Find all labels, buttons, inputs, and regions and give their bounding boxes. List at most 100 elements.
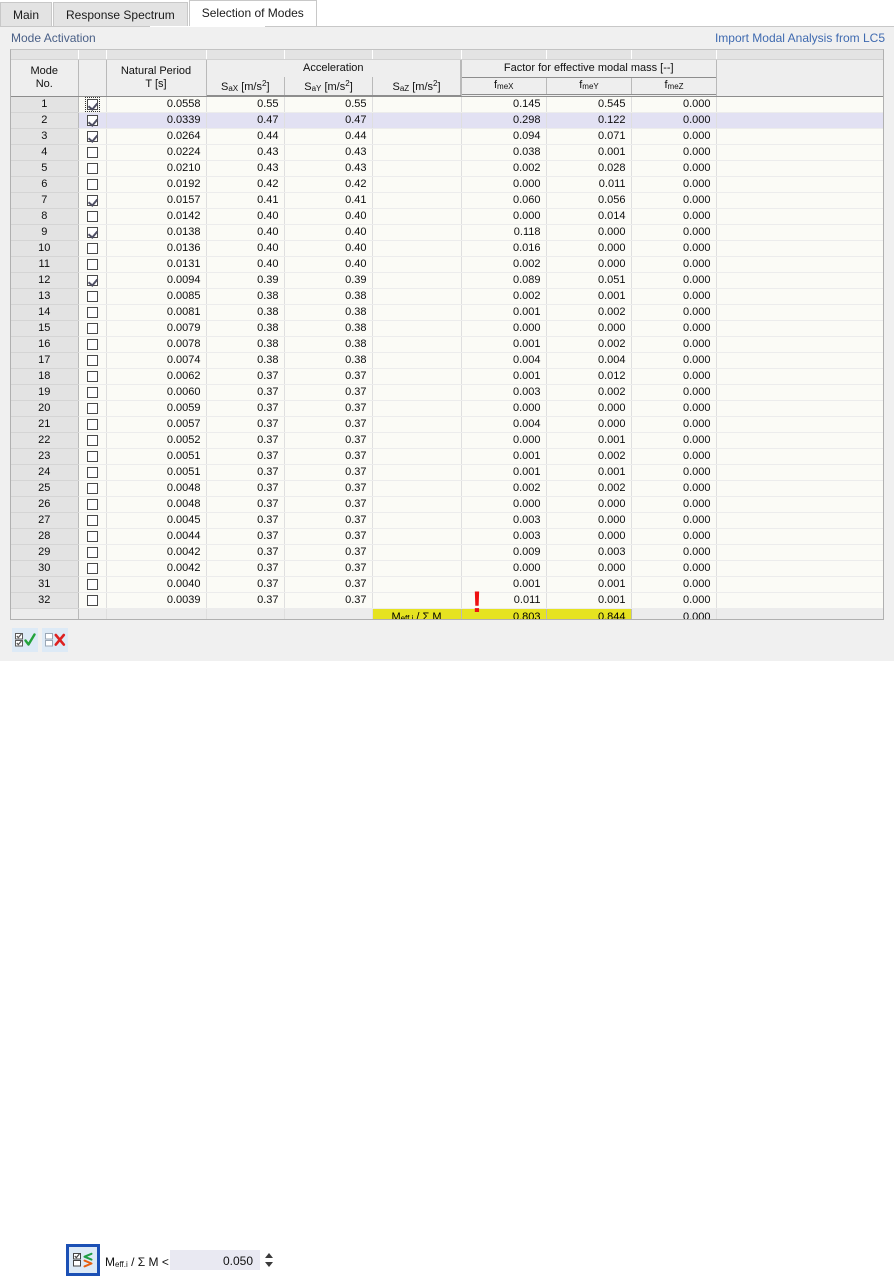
row-fmey[interactable]: 0.028 [546, 160, 632, 177]
row-say[interactable]: 0.40 [284, 240, 373, 257]
table-row[interactable]: 29 0.0042 0.37 0.37 0.009 0.003 0.000 [11, 544, 883, 561]
checkbox-icon[interactable] [86, 482, 98, 494]
checkbox-icon[interactable] [86, 450, 98, 462]
row-activation-checkbox-cell[interactable] [78, 448, 107, 465]
row-saz[interactable] [372, 416, 462, 433]
row-say[interactable]: 0.44 [284, 128, 373, 145]
row-fmex[interactable]: 0.002 [461, 160, 547, 177]
row-fmex[interactable]: 0.001 [461, 304, 547, 321]
row-fmey[interactable]: 0.002 [546, 384, 632, 401]
table-row[interactable]: 1 0.0558 0.55 0.55 0.145 0.545 0.000 [11, 96, 883, 113]
row-fmex[interactable]: 0.003 [461, 512, 547, 529]
row-fmez[interactable]: 0.000 [631, 256, 717, 273]
table-row[interactable]: 27 0.0045 0.37 0.37 0.003 0.000 0.000 [11, 512, 883, 529]
row-say[interactable]: 0.37 [284, 464, 373, 481]
column-header-saz[interactable]: SaZ [m/s2] [372, 76, 462, 96]
row-fmex[interactable]: 0.009 [461, 544, 547, 561]
row-fmey[interactable]: 0.000 [546, 416, 632, 433]
row-fmey[interactable]: 0.000 [546, 400, 632, 417]
row-fmey[interactable]: 0.000 [546, 528, 632, 545]
row-sax[interactable]: 0.38 [206, 304, 285, 321]
row-fmex[interactable]: 0.001 [461, 464, 547, 481]
checkbox-icon[interactable] [86, 194, 98, 206]
row-say[interactable]: 0.37 [284, 544, 373, 561]
row-sax[interactable]: 0.38 [206, 320, 285, 337]
row-say[interactable]: 0.37 [284, 384, 373, 401]
row-saz[interactable] [372, 144, 462, 161]
row-fmez[interactable]: 0.000 [631, 400, 717, 417]
row-natural-period[interactable]: 0.0052 [106, 432, 207, 449]
row-say[interactable]: 0.37 [284, 416, 373, 433]
row-fmey[interactable]: 0.004 [546, 352, 632, 369]
row-say[interactable]: 0.40 [284, 224, 373, 241]
row-fmez[interactable]: 0.000 [631, 560, 717, 577]
row-natural-period[interactable]: 0.0051 [106, 464, 207, 481]
row-fmey[interactable]: 0.000 [546, 512, 632, 529]
checkbox-icon[interactable] [86, 290, 98, 302]
row-say[interactable]: 0.40 [284, 208, 373, 225]
row-fmex[interactable]: 0.001 [461, 336, 547, 353]
table-row[interactable]: 26 0.0048 0.37 0.37 0.000 0.000 0.000 [11, 496, 883, 513]
table-row[interactable]: 15 0.0079 0.38 0.38 0.000 0.000 0.000 [11, 320, 883, 337]
import-modal-analysis-link[interactable]: Import Modal Analysis from LC5 [715, 31, 885, 45]
row-saz[interactable] [372, 448, 462, 465]
table-row[interactable]: 4 0.0224 0.43 0.43 0.038 0.001 0.000 [11, 144, 883, 161]
column-header-fmey[interactable]: fmeY [546, 77, 632, 95]
row-activation-checkbox-cell[interactable] [78, 400, 107, 417]
tab-main[interactable]: Main [0, 2, 53, 26]
select-all-modes-button[interactable] [12, 628, 38, 652]
row-activation-checkbox-cell[interactable] [78, 384, 107, 401]
row-say[interactable]: 0.37 [284, 576, 373, 593]
row-fmex[interactable]: 0.003 [461, 528, 547, 545]
row-activation-checkbox-cell[interactable] [78, 592, 107, 609]
row-activation-checkbox-cell[interactable] [78, 576, 107, 593]
row-fmey[interactable]: 0.000 [546, 224, 632, 241]
row-fmex[interactable]: 0.001 [461, 368, 547, 385]
row-sax[interactable]: 0.37 [206, 576, 285, 593]
row-say[interactable]: 0.37 [284, 528, 373, 545]
row-natural-period[interactable]: 0.0339 [106, 112, 207, 129]
checkbox-icon[interactable] [86, 386, 98, 398]
row-fmex[interactable]: 0.000 [461, 496, 547, 513]
checkbox-icon[interactable] [86, 226, 98, 238]
row-fmez[interactable]: 0.000 [631, 544, 717, 561]
row-natural-period[interactable]: 0.0078 [106, 336, 207, 353]
row-activation-checkbox-cell[interactable] [78, 464, 107, 481]
row-natural-period[interactable]: 0.0558 [106, 96, 207, 113]
row-fmey[interactable]: 0.002 [546, 480, 632, 497]
row-saz[interactable] [372, 336, 462, 353]
checkbox-icon[interactable] [86, 546, 98, 558]
table-row[interactable]: 9 0.0138 0.40 0.40 0.118 0.000 0.000 [11, 224, 883, 241]
row-fmez[interactable]: 0.000 [631, 320, 717, 337]
row-fmex[interactable]: 0.002 [461, 288, 547, 305]
row-fmex[interactable]: 0.118 [461, 224, 547, 241]
row-natural-period[interactable]: 0.0264 [106, 128, 207, 145]
row-natural-period[interactable]: 0.0039 [106, 592, 207, 609]
row-natural-period[interactable]: 0.0042 [106, 544, 207, 561]
row-fmex[interactable]: 0.145 [461, 96, 547, 113]
row-fmey[interactable]: 0.051 [546, 272, 632, 289]
row-fmex[interactable]: 0.060 [461, 192, 547, 209]
row-natural-period[interactable]: 0.0138 [106, 224, 207, 241]
row-natural-period[interactable]: 0.0042 [106, 560, 207, 577]
row-fmey[interactable]: 0.071 [546, 128, 632, 145]
row-sax[interactable]: 0.41 [206, 192, 285, 209]
row-fmex[interactable]: 0.001 [461, 448, 547, 465]
row-natural-period[interactable]: 0.0081 [106, 304, 207, 321]
modes-table-container[interactable]: Mode No. Natural Period T [s] Accelerati… [10, 49, 884, 620]
row-sax[interactable]: 0.38 [206, 288, 285, 305]
row-saz[interactable] [372, 112, 462, 129]
table-row[interactable]: 22 0.0052 0.37 0.37 0.000 0.001 0.000 [11, 432, 883, 449]
row-activation-checkbox-cell[interactable] [78, 480, 107, 497]
row-say[interactable]: 0.38 [284, 336, 373, 353]
row-say[interactable]: 0.37 [284, 496, 373, 513]
row-activation-checkbox-cell[interactable] [78, 96, 107, 113]
row-activation-checkbox-cell[interactable] [78, 128, 107, 145]
table-row[interactable]: 10 0.0136 0.40 0.40 0.016 0.000 0.000 [11, 240, 883, 257]
deselect-all-modes-button[interactable] [42, 628, 68, 652]
row-saz[interactable] [372, 320, 462, 337]
row-natural-period[interactable]: 0.0136 [106, 240, 207, 257]
row-activation-checkbox-cell[interactable] [78, 160, 107, 177]
checkbox-icon[interactable] [86, 498, 98, 510]
table-row[interactable]: 11 0.0131 0.40 0.40 0.002 0.000 0.000 [11, 256, 883, 273]
